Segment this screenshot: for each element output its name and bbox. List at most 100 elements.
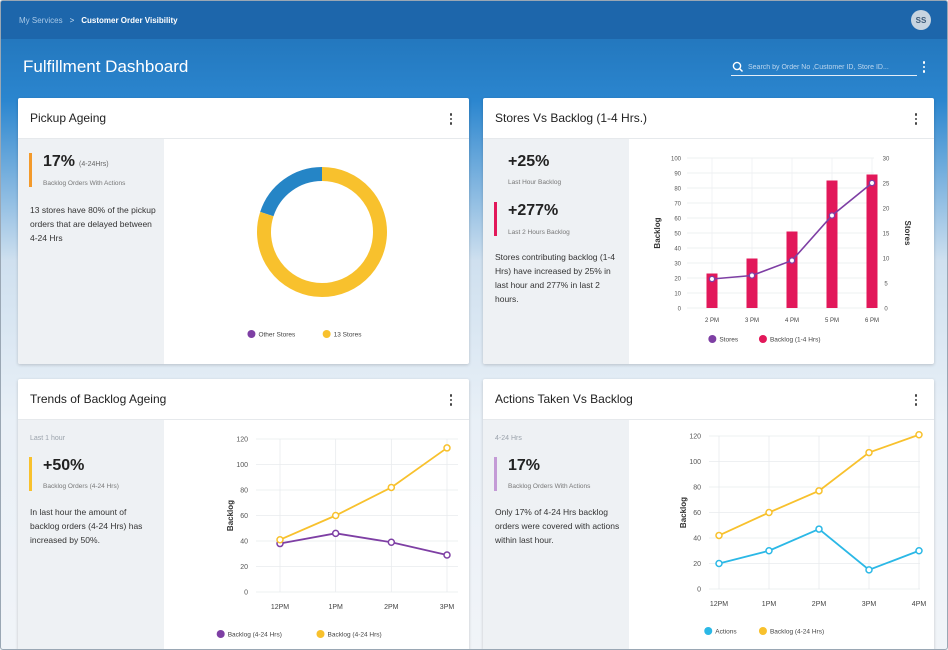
card-title: Stores Vs Backlog (1-4 Hrs.)	[495, 111, 648, 125]
x-tick-label: 2 PM	[705, 318, 719, 324]
x-tick-label: 12PM	[271, 604, 289, 611]
breadcrumb-parent[interactable]: My Services	[19, 16, 63, 25]
y-tick-label: 40	[240, 539, 248, 546]
legend-label: Backlog (4-24 Hrs)	[228, 632, 282, 639]
avatar[interactable]: SS	[911, 10, 931, 30]
search-icon[interactable]	[731, 60, 745, 74]
y-tick-label: 60	[240, 513, 248, 520]
stores-point	[868, 179, 876, 187]
y2-tick-label: 0	[884, 306, 888, 312]
card-side-panel: 4-24 Hrs 17% Backlog Orders With Actions…	[483, 420, 629, 649]
y-tick-label: 100	[236, 462, 248, 469]
y-tick-label: 20	[693, 561, 701, 568]
y-tick-label: 100	[671, 156, 682, 162]
series-point	[865, 448, 873, 457]
period-label: Last 1 hour	[30, 435, 66, 442]
series-point	[331, 529, 340, 538]
legend-label: 13 Stores	[334, 332, 363, 339]
series-point	[815, 525, 823, 533]
stores-point	[708, 275, 716, 283]
series-point	[387, 483, 396, 492]
y-tick-label: 120	[236, 437, 248, 444]
header-more-icon[interactable]	[920, 58, 928, 76]
card-note: Only 17% of 4-24 Hrs backlog orders were…	[495, 507, 620, 545]
series-point	[276, 535, 284, 544]
donut-slice-0	[260, 167, 323, 217]
card-note: 13 stores have 80% of the pickup orders …	[30, 205, 156, 243]
card-more-icon[interactable]	[447, 110, 455, 128]
breadcrumb-separator: >	[69, 15, 75, 25]
y-tick-label: 40	[674, 246, 681, 252]
bar	[746, 258, 758, 308]
y-axis-label: Backlog	[653, 217, 662, 248]
app-window: My Services > Customer Order Visibility …	[0, 0, 948, 650]
y-tick-label: 80	[674, 186, 681, 192]
y-tick-label: 60	[674, 216, 681, 222]
card-more-icon[interactable]	[912, 391, 920, 409]
series-point	[765, 508, 773, 517]
card-note: Stores contributing backlog (1-4 Hrs) ha…	[495, 252, 616, 304]
kpi-label: Backlog Orders With Actions	[43, 180, 126, 187]
stores-point	[828, 212, 836, 219]
breadcrumb-current: Customer Order Visibility	[81, 15, 178, 25]
x-tick-label: 4 PM	[785, 318, 799, 324]
legend-label: Other Stores	[258, 332, 296, 339]
card-title: Trends of Backlog Ageing	[30, 392, 167, 406]
series-point	[865, 566, 873, 574]
kpi-label: Backlog Orders With Actions	[508, 483, 591, 490]
y-tick-label: 80	[240, 488, 248, 495]
stores-point	[748, 272, 756, 279]
search-box[interactable]	[731, 59, 917, 76]
x-tick-label: 1PM	[762, 601, 777, 608]
series-point	[915, 547, 923, 555]
donut-chart: Other Stores 13 Stores	[247, 167, 387, 339]
series-point	[715, 531, 723, 540]
x-tick-label: 5 PM	[825, 318, 839, 324]
card-title: Actions Taken Vs Backlog	[495, 392, 633, 406]
x-tick-label: 6 PM	[865, 318, 879, 324]
legend-marker	[704, 627, 713, 635]
legend-label: Backlog (4-24 Hrs)	[770, 629, 824, 636]
legend-marker	[758, 335, 767, 343]
card-more-icon[interactable]	[447, 391, 455, 409]
series-point	[815, 487, 823, 495]
y2-axis-label: Stores	[903, 221, 912, 246]
card-actions-vs-backlog: Actions Taken Vs Backlog 4-24 Hrs 17% Ba…	[483, 379, 934, 649]
kpi-value: +277%	[508, 202, 559, 219]
bar	[866, 174, 878, 308]
y-tick-label: 50	[674, 231, 681, 237]
x-tick-label: 3PM	[862, 601, 877, 608]
x-tick-label: 12PM	[710, 601, 728, 608]
card-title: Pickup Ageing	[30, 111, 107, 125]
series-point	[715, 559, 723, 568]
y-tick-label: 10	[674, 291, 681, 297]
y2-tick-label: 25	[883, 181, 890, 187]
card-note: In last hour the amount of backlog order…	[30, 507, 143, 545]
y-tick-label: 90	[674, 171, 681, 177]
y-tick-label: 0	[244, 590, 248, 597]
legend-label: Actions	[715, 629, 737, 636]
card-more-icon[interactable]	[912, 110, 920, 128]
legend-marker	[322, 330, 331, 338]
kpi-value: 17%	[508, 457, 541, 474]
y2-tick-label: 5	[884, 281, 888, 287]
kpi-label: Last Hour Backlog	[508, 179, 562, 186]
title-row: Fulfillment Dashboard	[1, 39, 947, 89]
y2-tick-label: 10	[883, 256, 890, 262]
search-input[interactable]	[748, 63, 916, 71]
x-tick-label: 4PM	[912, 601, 927, 608]
kpi-value: 17% (4-24Hrs)	[43, 153, 109, 170]
period-label: 4-24 Hrs	[495, 435, 522, 442]
x-tick-label: 2PM	[812, 601, 827, 608]
kpi-accent-bar	[29, 457, 32, 491]
kpi-accent-bar	[29, 153, 32, 187]
legend-label: Backlog (1-4 Hrs)	[770, 337, 821, 344]
series-point	[915, 430, 923, 439]
y-axis-label: Backlog	[679, 497, 688, 528]
bar-line-chart: 0 10 20 30 40 50 60 70 80 90 100 0 5 10 15 20 25 30 2 PM 3 …	[653, 156, 912, 344]
x-tick-label: 3 PM	[745, 318, 759, 324]
kpi-value: +25%	[508, 153, 550, 170]
top-bar: My Services > Customer Order Visibility …	[1, 1, 947, 39]
kpi-label: Backlog Orders (4-24 Hrs)	[43, 483, 119, 490]
card-trends-backlog: Trends of Backlog Ageing Last 1 hour +50…	[18, 379, 469, 649]
